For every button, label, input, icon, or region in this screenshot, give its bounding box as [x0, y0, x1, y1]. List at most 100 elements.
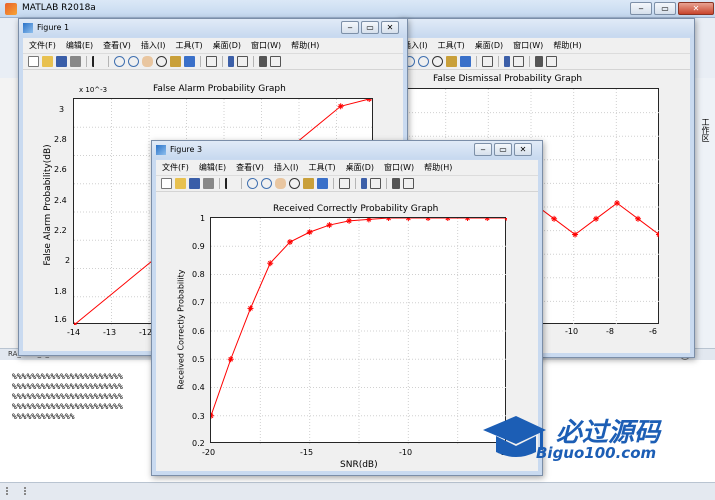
rotate-icon[interactable]	[432, 56, 443, 67]
menu-window[interactable]: 窗口(W)	[251, 38, 281, 53]
x-tick-label: -10	[399, 448, 413, 457]
zoom-out-icon[interactable]	[261, 178, 272, 189]
save-icon[interactable]	[189, 178, 200, 189]
brush-icon[interactable]	[460, 56, 471, 67]
legend-icon[interactable]	[370, 178, 381, 189]
command-line: %%%%%%%%%%%%%%%%%%%%%%%	[12, 382, 123, 391]
figure-2-titlebar	[399, 19, 694, 37]
y-tick-label: 0.2	[192, 439, 205, 448]
menu-insert[interactable]: 插入(I)	[274, 160, 299, 175]
figure-icon	[23, 23, 33, 33]
menu-window[interactable]: 窗口(W)	[384, 160, 414, 175]
chart-3-ylabel: Received Correctly Probability	[177, 250, 186, 410]
hide-plot-tools-icon[interactable]	[392, 178, 400, 189]
menu-insert[interactable]: 插入(I)	[141, 38, 166, 53]
y-tick-label: 1.8	[54, 287, 67, 296]
link-icon[interactable]	[339, 178, 350, 189]
new-figure-icon[interactable]	[161, 178, 172, 189]
datacursor-icon[interactable]	[170, 56, 181, 67]
save-icon[interactable]	[56, 56, 67, 67]
minimize-button[interactable]: ‒	[341, 21, 359, 34]
close-button[interactable]: ✕	[678, 2, 714, 15]
command-line: %%%%%%%%%%%%%%%%%%%%%%%	[12, 372, 123, 381]
y-tick-label: 0.9	[192, 242, 205, 251]
pointer-icon[interactable]	[225, 178, 236, 189]
y-tick-label: 0.6	[192, 327, 205, 336]
zoom-out-icon[interactable]	[418, 56, 429, 67]
figure-3-title: Figure 3	[170, 145, 203, 154]
y-tick-label: 2.4	[54, 196, 67, 205]
menu-item[interactable]: 帮助(H)	[553, 38, 581, 53]
maximize-button[interactable]: ▭	[494, 143, 512, 156]
minimize-button[interactable]: ‒	[474, 143, 492, 156]
rotate-icon[interactable]	[289, 178, 300, 189]
colorbar-icon[interactable]	[504, 56, 510, 67]
menu-tools[interactable]: 工具(T)	[308, 160, 335, 175]
pan-icon[interactable]	[142, 56, 153, 67]
menu-desktop[interactable]: 桌面(D)	[213, 38, 241, 53]
figure-icon	[156, 145, 166, 155]
menu-file[interactable]: 文件(F)	[29, 38, 56, 53]
app-title: MATLAB R2018a	[22, 3, 96, 13]
menu-desktop[interactable]: 桌面(D)	[346, 160, 374, 175]
show-plot-tools-icon[interactable]	[270, 56, 281, 67]
menu-help[interactable]: 帮助(H)	[424, 160, 452, 175]
figure-3-titlebar: Figure 3 ‒ ▭ ✕	[152, 141, 542, 159]
close-button[interactable]: ✕	[514, 143, 532, 156]
y-tick-label: 0.7	[192, 298, 205, 307]
zoom-in-icon[interactable]	[114, 56, 125, 67]
menu-tools[interactable]: 工具(T)	[175, 38, 202, 53]
data-point	[365, 218, 372, 223]
pointer-icon[interactable]	[92, 56, 103, 67]
link-icon[interactable]	[206, 56, 217, 67]
colorbar-icon[interactable]	[361, 178, 367, 189]
rotate-icon[interactable]	[156, 56, 167, 67]
menu-item[interactable]: 工具(T)	[438, 38, 465, 53]
open-icon[interactable]	[42, 56, 53, 67]
data-point	[484, 218, 491, 221]
pan-icon[interactable]	[275, 178, 286, 189]
hide-plot-tools-icon[interactable]	[535, 56, 543, 67]
y-tick-label: 0.5	[192, 355, 205, 364]
data-point	[464, 218, 471, 221]
maximize-button[interactable]: ▭	[654, 2, 676, 15]
workspace-tab-label: 工作区	[701, 118, 710, 142]
menu-item[interactable]: 窗口(W)	[513, 38, 543, 53]
datacursor-icon[interactable]	[303, 178, 314, 189]
zoom-out-icon[interactable]	[128, 56, 139, 67]
right-workspace-strip[interactable]: 工作区	[693, 78, 715, 348]
print-icon[interactable]	[203, 178, 214, 189]
link-icon[interactable]	[482, 56, 493, 67]
menu-edit[interactable]: 编辑(E)	[66, 38, 93, 53]
zoom-in-icon[interactable]	[247, 178, 258, 189]
x-tick-label: -20	[202, 448, 216, 457]
colorbar-icon[interactable]	[228, 56, 234, 67]
chart-3-xlabel: SNR(dB)	[340, 460, 378, 470]
legend-icon[interactable]	[513, 56, 524, 67]
watermark-logo: 必过源码 Biguo100.com	[478, 408, 703, 468]
menu-item[interactable]: 桌面(D)	[475, 38, 503, 53]
menu-help[interactable]: 帮助(H)	[291, 38, 319, 53]
menu-file[interactable]: 文件(F)	[162, 160, 189, 175]
datacursor-icon[interactable]	[446, 56, 457, 67]
grip-icon	[6, 487, 26, 495]
hide-plot-tools-icon[interactable]	[259, 56, 267, 67]
new-figure-icon[interactable]	[28, 56, 39, 67]
show-plot-tools-icon[interactable]	[403, 178, 414, 189]
menu-view[interactable]: 查看(V)	[236, 160, 264, 175]
show-plot-tools-icon[interactable]	[546, 56, 557, 67]
brush-icon[interactable]	[317, 178, 328, 189]
print-icon[interactable]	[70, 56, 81, 67]
y-tick-label: 2.2	[54, 226, 67, 235]
watermark-text-en: Biguo100.com	[536, 444, 657, 462]
open-icon[interactable]	[175, 178, 186, 189]
close-button[interactable]: ✕	[381, 21, 399, 34]
maximize-button[interactable]: ▭	[361, 21, 379, 34]
minimize-button[interactable]: ‒	[630, 2, 652, 15]
brush-icon[interactable]	[184, 56, 195, 67]
legend-icon[interactable]	[237, 56, 248, 67]
menu-edit[interactable]: 编辑(E)	[199, 160, 226, 175]
data-point	[444, 218, 451, 221]
menu-view[interactable]: 查看(V)	[103, 38, 131, 53]
y-multiplier: x 10^-3	[79, 86, 108, 94]
